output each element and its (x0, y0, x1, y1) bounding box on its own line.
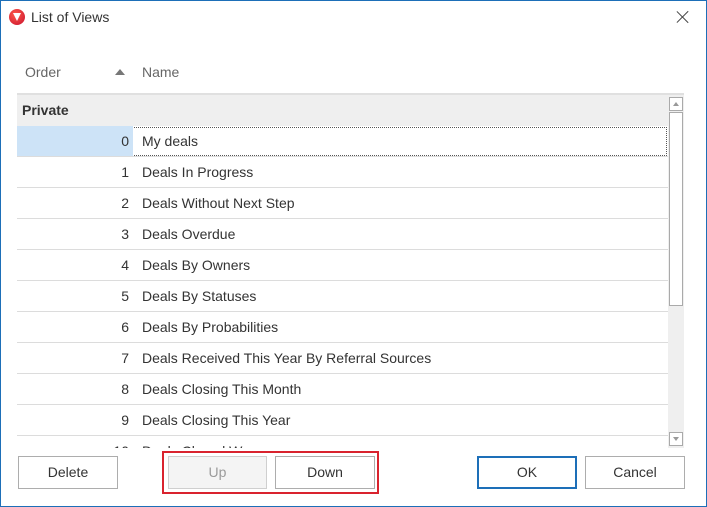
table-row[interactable]: 10 Deals Closed Won (17, 436, 668, 448)
row-order: 3 (121, 226, 129, 242)
delete-button[interactable]: Delete (18, 456, 118, 489)
scroll-down-icon[interactable] (669, 432, 683, 446)
row-name: Deals By Statuses (142, 288, 257, 304)
scroll-up-icon[interactable] (669, 97, 683, 111)
row-order: 2 (121, 195, 129, 211)
row-order: 1 (121, 164, 129, 180)
row-name: Deals Closing This Year (142, 412, 291, 428)
column-header-name[interactable]: Name (142, 59, 342, 85)
row-name: Deals Overdue (142, 226, 236, 242)
move-down-button[interactable]: Down (275, 456, 375, 489)
views-grid: Private 0 My deals 1 Deals In Progress 2 Deal… (17, 93, 684, 448)
table-row[interactable]: 0 My deals (17, 126, 668, 157)
row-name: Deals By Owners (142, 257, 251, 273)
group-row-private[interactable]: Private (17, 95, 668, 126)
row-order: 10 (17, 436, 133, 448)
table-row[interactable]: 7 Deals Received This Year By Referral So… (17, 343, 668, 374)
app-logo-icon (9, 9, 25, 25)
views-list: 0 My deals 1 Deals In Progress 2 Deals Withou… (17, 126, 668, 448)
table-row[interactable]: 9 Deals Closing This Year (17, 405, 668, 436)
title-bar: List of Views (1, 1, 706, 33)
close-icon[interactable] (673, 7, 693, 27)
row-name: My deals (142, 133, 199, 149)
move-up-button[interactable]: Up (168, 456, 267, 489)
table-row[interactable]: 6 Deals By Probabilities (17, 312, 668, 343)
column-header-order[interactable]: Order (25, 59, 125, 85)
row-order: 8 (121, 381, 129, 397)
row-order: 5 (121, 288, 129, 304)
row-name: Deals By Probabilities (142, 319, 279, 335)
window-title: List of Views (31, 9, 110, 25)
vertical-scrollbar[interactable] (668, 95, 684, 448)
ok-button[interactable]: OK (477, 456, 577, 489)
list-of-views-dialog: List of Views Order Name Private 0 My dea… (0, 0, 707, 507)
table-row[interactable]: 3 Deals Overdue (17, 219, 668, 250)
row-name: Deals Closed Won (142, 436, 258, 448)
cancel-button[interactable]: Cancel (585, 456, 685, 489)
table-row[interactable]: 8 Deals Closing This Month (17, 374, 668, 405)
table-row[interactable]: 4 Deals By Owners (17, 250, 668, 281)
row-order: 6 (121, 319, 129, 335)
sort-ascending-icon (115, 69, 125, 75)
row-name: Deals Without Next Step (142, 195, 295, 211)
row-order: 9 (121, 412, 129, 428)
table-row[interactable]: 5 Deals By Statuses (17, 281, 668, 312)
table-row[interactable]: 1 Deals In Progress (17, 157, 668, 188)
scrollbar-thumb[interactable] (669, 112, 683, 306)
row-name: Deals In Progress (142, 164, 254, 180)
row-order: 4 (121, 257, 129, 273)
row-order: 7 (121, 350, 129, 366)
row-order: 0 (17, 126, 133, 156)
table-row[interactable]: 2 Deals Without Next Step (17, 188, 668, 219)
row-name: Deals Closing This Month (142, 381, 302, 397)
row-name: Deals Received This Year By Referral Sou… (142, 350, 432, 366)
